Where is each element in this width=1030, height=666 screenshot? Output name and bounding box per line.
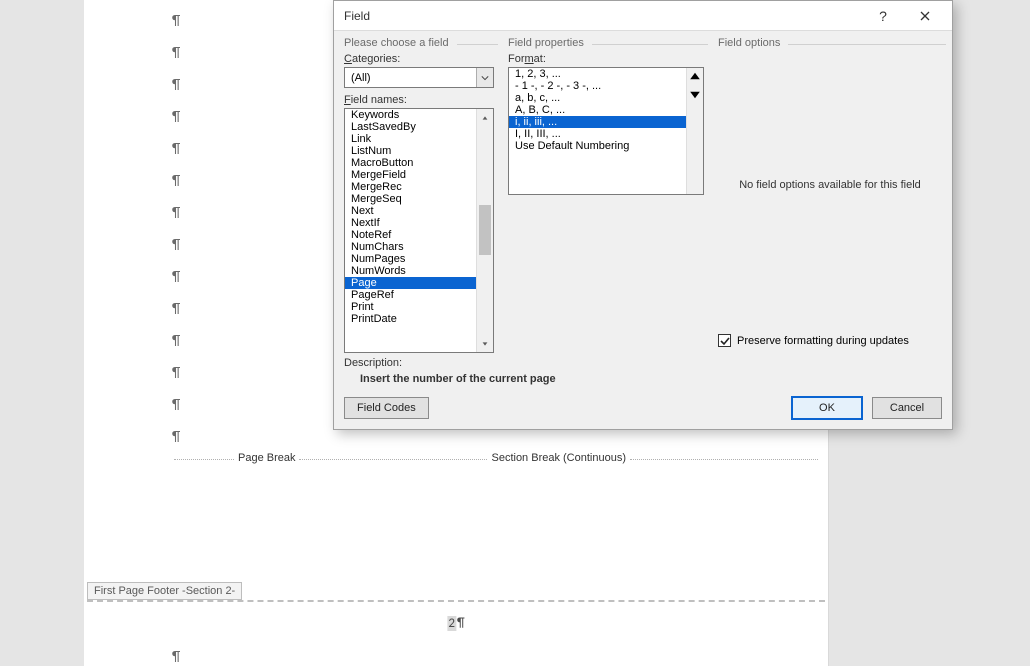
section-break-label: Section Break (Continuous) — [487, 452, 630, 464]
footer-separator — [87, 600, 825, 602]
pilcrow: ¶ — [172, 293, 180, 325]
description-text: Insert the number of the current page — [344, 369, 942, 385]
field-name-item[interactable]: ListNum — [345, 145, 476, 157]
field-name-item[interactable]: NumChars — [345, 241, 476, 253]
chevron-down-icon — [476, 68, 493, 87]
checkbox-icon — [718, 334, 731, 347]
scroll-up-icon[interactable] — [687, 68, 703, 87]
field-name-item[interactable]: NextIf — [345, 217, 476, 229]
scroll-up-icon[interactable] — [477, 109, 493, 126]
field-name-item[interactable]: MergeField — [345, 169, 476, 181]
preserve-formatting-label: Preserve formatting during updates — [737, 335, 909, 347]
ok-button[interactable]: OK — [792, 397, 862, 419]
cancel-button[interactable]: Cancel — [872, 397, 942, 419]
help-button[interactable]: ? — [862, 2, 904, 30]
format-item[interactable]: 1, 2, 3, ... — [509, 68, 686, 80]
categories-label: Categories: — [344, 53, 494, 65]
field-names-listbox[interactable]: KeywordsLastSavedByLinkListNumMacroButto… — [344, 108, 494, 353]
field-name-item[interactable]: MergeSeq — [345, 193, 476, 205]
pilcrow: ¶ — [172, 421, 180, 453]
field-options-header: Field options — [718, 37, 780, 49]
close-icon — [920, 11, 930, 21]
field-name-item[interactable]: MacroButton — [345, 157, 476, 169]
pilcrow: ¶ — [172, 101, 180, 133]
scroll-down-icon[interactable] — [477, 335, 493, 352]
format-listbox[interactable]: 1, 2, 3, ...- 1 -, - 2 -, - 3 -, ...a, b… — [508, 67, 704, 195]
field-name-item[interactable]: Page — [345, 277, 476, 289]
footer-section-tag: First Page Footer -Section 2- — [87, 582, 242, 600]
format-item[interactable]: Use Default Numbering — [509, 140, 686, 152]
field-name-item[interactable]: NumWords — [345, 265, 476, 277]
pilcrow: ¶ — [172, 357, 180, 389]
field-dialog: Field ? Please choose a field Categories… — [333, 0, 953, 430]
footer-page-number[interactable]: 2 ¶ — [447, 616, 464, 631]
no-field-options-text: No field options available for this fiel… — [718, 179, 942, 191]
dialog-title: Field — [344, 9, 862, 23]
field-name-item[interactable]: Keywords — [345, 109, 476, 121]
pilcrow: ¶ — [172, 261, 180, 293]
scrollbar[interactable] — [476, 109, 493, 352]
field-codes-button[interactable]: Field Codes — [344, 397, 429, 419]
format-item[interactable]: A, B, C, ... — [509, 104, 686, 116]
field-name-item[interactable]: NoteRef — [345, 229, 476, 241]
page-break-label: Page Break — [234, 452, 299, 464]
field-name-item[interactable]: Next — [345, 205, 476, 217]
field-name-item[interactable]: LastSavedBy — [345, 121, 476, 133]
categories-dropdown[interactable]: (All) — [344, 67, 494, 88]
description-label: Description: — [344, 357, 942, 369]
scroll-down-icon[interactable] — [687, 87, 703, 106]
pilcrow: ¶ — [172, 165, 180, 197]
pilcrow: ¶ — [172, 197, 180, 229]
pilcrow: ¶ — [172, 325, 180, 357]
page-number-value: 2 — [447, 616, 456, 631]
pilcrow: ¶ — [172, 37, 180, 69]
close-button[interactable] — [904, 2, 946, 30]
field-properties-header: Field properties — [508, 37, 584, 49]
dialog-titlebar[interactable]: Field ? — [334, 1, 952, 31]
field-names-label: Field names: — [344, 94, 494, 106]
pilcrow: ¶ — [172, 5, 180, 37]
pilcrow: ¶ — [172, 69, 180, 101]
pilcrow: ¶ — [457, 616, 465, 631]
format-item[interactable]: I, II, III, ... — [509, 128, 686, 140]
description-area: Description: Insert the number of the cu… — [334, 357, 952, 391]
format-item[interactable]: - 1 -, - 2 -, - 3 -, ... — [509, 80, 686, 92]
format-item[interactable]: a, b, c, ... — [509, 92, 686, 104]
preserve-formatting-checkbox[interactable]: Preserve formatting during updates — [718, 334, 909, 347]
field-name-item[interactable]: PageRef — [345, 289, 476, 301]
choose-field-header: Please choose a field — [344, 37, 449, 49]
field-name-item[interactable]: NumPages — [345, 253, 476, 265]
field-name-item[interactable]: PrintDate — [345, 313, 476, 325]
pilcrow: ¶ — [172, 229, 180, 261]
format-item[interactable]: i, ii, iii, ... — [509, 116, 686, 128]
field-name-item[interactable]: Link — [345, 133, 476, 145]
pilcrow: ¶ — [172, 648, 180, 665]
categories-value: (All) — [351, 72, 476, 84]
format-label: Format: — [508, 53, 704, 65]
scroll-thumb[interactable] — [479, 205, 491, 255]
paragraph-marks: ¶ ¶ ¶ ¶ ¶ ¶ ¶ ¶ ¶ ¶ ¶ ¶ ¶ ¶ — [172, 5, 180, 453]
field-name-item[interactable]: MergeRec — [345, 181, 476, 193]
break-indicator: Page Break Section Break (Continuous) — [174, 452, 818, 466]
pilcrow: ¶ — [172, 133, 180, 165]
field-name-item[interactable]: Print — [345, 301, 476, 313]
scrollbar[interactable] — [686, 68, 703, 194]
pilcrow: ¶ — [172, 389, 180, 421]
